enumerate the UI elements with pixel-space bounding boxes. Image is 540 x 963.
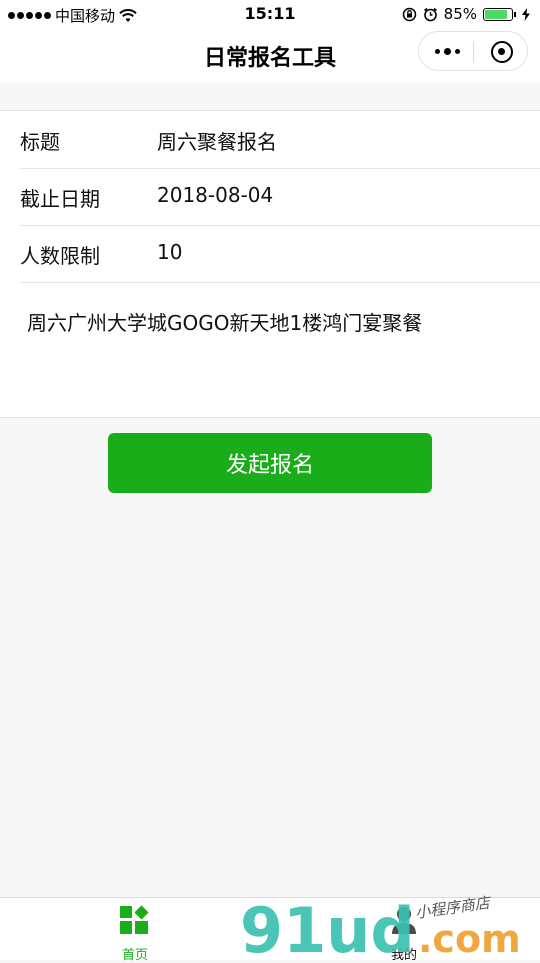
submit-button[interactable]: 发起报名: [108, 433, 432, 493]
capsule-menu: [418, 31, 528, 71]
battery-fill: [485, 9, 507, 19]
tab-bar: 首页 我的: [0, 897, 540, 963]
tab-home-label: 首页: [121, 948, 148, 963]
orientation-lock-icon: [402, 7, 416, 21]
limit-label: 人数限制: [20, 244, 100, 268]
battery-icon: [483, 7, 513, 21]
deadline-picker[interactable]: 2018-08-04: [157, 183, 273, 207]
title-input[interactable]: 周六聚餐报名: [157, 126, 277, 155]
limit-input[interactable]: 10: [157, 240, 182, 264]
charging-icon: [522, 7, 530, 21]
form-card: 标题 周六聚餐报名 截止日期 2018-08-04 人数限制 10 周六广州大学…: [0, 110, 540, 418]
alarm-icon: [423, 7, 437, 21]
close-miniprogram-icon[interactable]: [491, 41, 513, 63]
title-label: 标题: [20, 130, 60, 154]
battery-tip: [514, 11, 516, 17]
home-icon: [120, 905, 149, 934]
limit-row[interactable]: 人数限制 10: [20, 225, 540, 283]
tab-mine[interactable]: 我的: [364, 904, 444, 963]
tab-home[interactable]: 首页: [95, 904, 175, 963]
more-icon[interactable]: [435, 48, 460, 55]
deadline-label: 截止日期: [20, 187, 100, 211]
nav-bar: 日常报名工具: [0, 28, 540, 83]
description-textarea[interactable]: 周六广州大学城GOGO新天地1楼鸿门宴聚餐: [27, 307, 422, 336]
status-bar: 中国移动 15:11 85%: [0, 0, 540, 28]
tab-mine-label: 我的: [390, 948, 417, 963]
battery-percent: 85%: [443, 5, 477, 23]
status-right: 85%: [402, 5, 530, 23]
title-row[interactable]: 标题 周六聚餐报名: [20, 111, 540, 169]
deadline-row[interactable]: 截止日期 2018-08-04: [20, 168, 540, 226]
user-icon: [392, 907, 416, 934]
capsule-divider: [473, 41, 474, 63]
